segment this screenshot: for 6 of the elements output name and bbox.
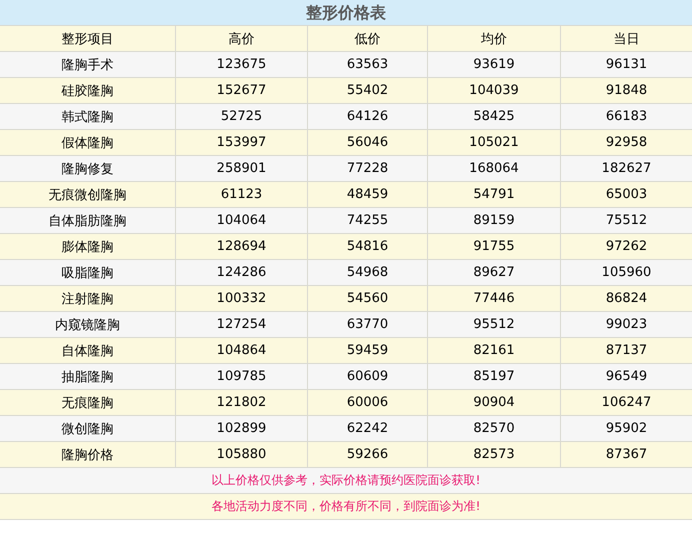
column-header: 整形项目 [0,26,176,52]
column-header: 低价 [308,26,428,52]
column-header: 高价 [176,26,308,52]
table-title: 整形价格表 [0,0,692,25]
notice-text: 各地活动力度不同，价格有所不同，到院面诊为准! [0,494,692,520]
column-header: 均价 [428,26,560,52]
